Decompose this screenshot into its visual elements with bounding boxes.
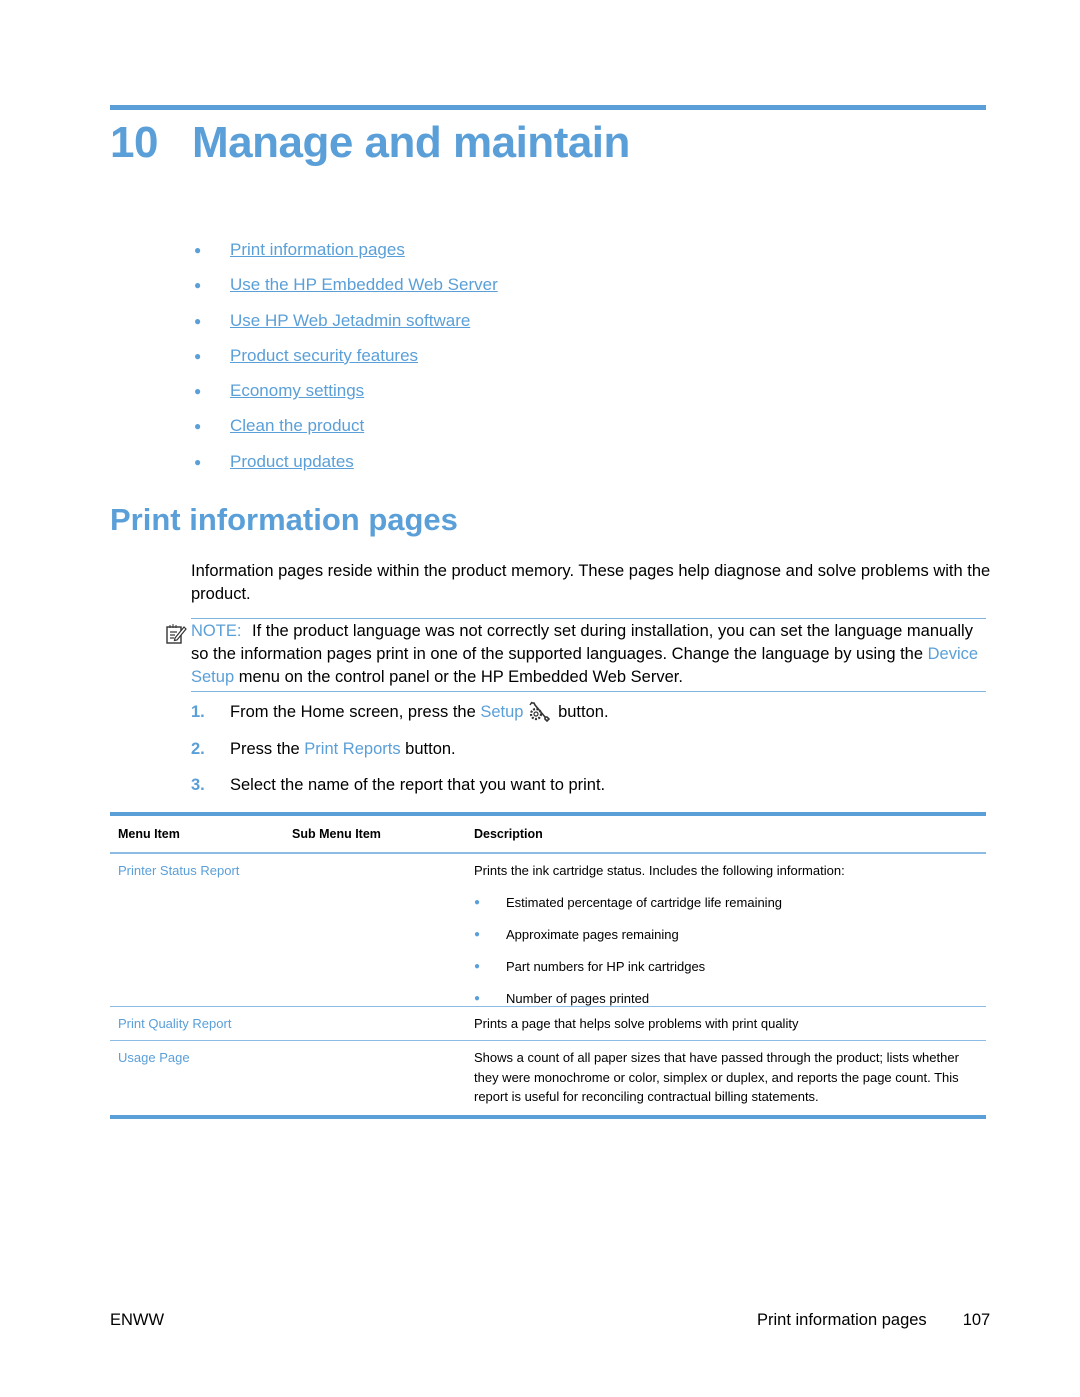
bullet-icon: ● — [194, 278, 202, 293]
list-item: ● Estimated percentage of cartridge life … — [474, 893, 976, 925]
bullet-icon: ● — [194, 454, 202, 469]
toc-item: ● Use HP Web Jetadmin software — [190, 309, 498, 344]
list-item: ● Approximate pages remaining — [474, 925, 976, 957]
chapter-top-rule — [110, 105, 986, 110]
table-row: Usage Page Shows a count of all paper si… — [110, 1041, 986, 1115]
note-pencil-icon — [166, 624, 187, 644]
menu-item-print-quality-report[interactable]: Print Quality Report — [110, 1014, 292, 1040]
toc-item: ● Use the HP Embedded Web Server — [190, 273, 498, 308]
footer-locale: ENWW — [110, 1311, 165, 1329]
step-text-after: button. — [400, 739, 456, 758]
step-text: Select the name of the report that you w… — [230, 776, 606, 794]
toc-link-print-information-pages[interactable]: Print information pages — [230, 238, 405, 262]
toc-link-economy-settings[interactable]: Economy settings — [230, 379, 364, 403]
chapter-number: 10 — [110, 118, 158, 167]
toc-link-embedded-web-server[interactable]: Use the HP Embedded Web Server — [230, 273, 498, 297]
bullet-text: Estimated percentage of cartridge life r… — [506, 894, 783, 910]
table-row: Printer Status Report Prints the ink car… — [110, 854, 986, 1007]
toc-link-product-updates[interactable]: Product updates — [230, 450, 354, 474]
step-text: From the Home screen, press the — [230, 703, 481, 721]
step-number: 3. — [191, 776, 205, 794]
table-bottom-rule — [110, 1115, 986, 1119]
note-text-before: If the product language was not correctl… — [191, 622, 973, 663]
chapter-toc: ● Print information pages ● Use the HP Emb… — [190, 238, 498, 485]
setup-link[interactable]: Setup — [480, 703, 523, 721]
step-number: 1. — [191, 703, 205, 721]
footer-right: Print information pages 107 — [757, 1311, 990, 1330]
toc-item: ● Clean the product — [190, 414, 498, 449]
menu-item-usage-page[interactable]: Usage Page — [110, 1048, 292, 1115]
bullet-icon: ● — [194, 348, 202, 363]
description-cell: Prints the ink cartridge status. Include… — [474, 861, 986, 1006]
step-text: Press the — [230, 739, 305, 758]
header-sub-menu-item: Sub Menu Item — [292, 827, 381, 841]
toc-item: ● Product security features — [190, 344, 498, 379]
step-text-after: button. — [553, 703, 609, 721]
section-title: Print information pages — [110, 502, 458, 537]
menu-item-printer-status-report[interactable]: Printer Status Report — [110, 861, 292, 1006]
setup-wrench-gear-icon — [529, 701, 551, 722]
bullet-text: Approximate pages remaining — [506, 926, 679, 942]
note-box: NOTE: If the product language was not co… — [166, 618, 986, 692]
bullet-icon: ● — [194, 419, 202, 434]
steps-list: 1. From the Home screen, press the Setup… — [191, 700, 609, 810]
bullet-icon: ● — [194, 243, 202, 257]
sub-menu-item — [292, 861, 474, 1006]
section-intro: Information pages reside within the prod… — [191, 562, 991, 603]
bullet-icon: ● — [474, 960, 481, 972]
toc-item: ● Product updates — [190, 450, 498, 485]
note-text-after: menu on the control panel or the HP Embe… — [234, 668, 683, 686]
toc-item: ● Print information pages — [190, 238, 498, 273]
step-item: 2. Press the Print Reports button. — [191, 737, 609, 774]
table-header-row: Menu Item Sub Menu Item Description — [110, 816, 986, 854]
header-menu-item: Menu Item — [118, 827, 180, 841]
toc-item: ● Economy settings — [190, 379, 498, 414]
footer-section: Print information pages — [757, 1311, 927, 1329]
bullet-icon: ● — [194, 313, 202, 328]
bullet-icon: ● — [474, 896, 481, 908]
print-reports-link[interactable]: Print Reports — [304, 740, 400, 758]
sub-menu-item — [292, 1014, 474, 1040]
description-text: Shows a count of all paper sizes that ha… — [474, 1050, 959, 1104]
description-bullets: ● Estimated percentage of cartridge life … — [474, 893, 976, 1021]
step-item: 3. Select the name of the report that yo… — [191, 773, 609, 810]
page-number: 107 — [962, 1311, 991, 1329]
reports-table: Menu Item Sub Menu Item Description Prin… — [110, 812, 986, 1119]
chapter-title: 10 Manage and maintain — [110, 118, 630, 168]
description-text: Prints a page that helps solve problems … — [474, 1016, 799, 1031]
note-label: NOTE: — [191, 622, 242, 640]
bullet-icon: ● — [194, 384, 202, 399]
bullet-icon: ● — [474, 928, 481, 940]
chapter-title-text: Manage and maintain — [192, 118, 630, 167]
step-number: 2. — [191, 739, 205, 758]
bullet-text: Part numbers for HP ink cartridges — [506, 958, 706, 974]
header-description: Description — [474, 827, 543, 841]
step-item: 1. From the Home screen, press the Setup… — [191, 700, 609, 737]
list-item: ● Part numbers for HP ink cartridges — [474, 957, 976, 989]
toc-link-security-features[interactable]: Product security features — [230, 344, 418, 368]
toc-link-clean-product[interactable]: Clean the product — [230, 414, 364, 438]
toc-link-web-jetadmin[interactable]: Use HP Web Jetadmin software — [230, 309, 470, 333]
sub-menu-item — [292, 1048, 474, 1115]
description-text: Prints the ink cartridge status. Include… — [474, 863, 845, 878]
